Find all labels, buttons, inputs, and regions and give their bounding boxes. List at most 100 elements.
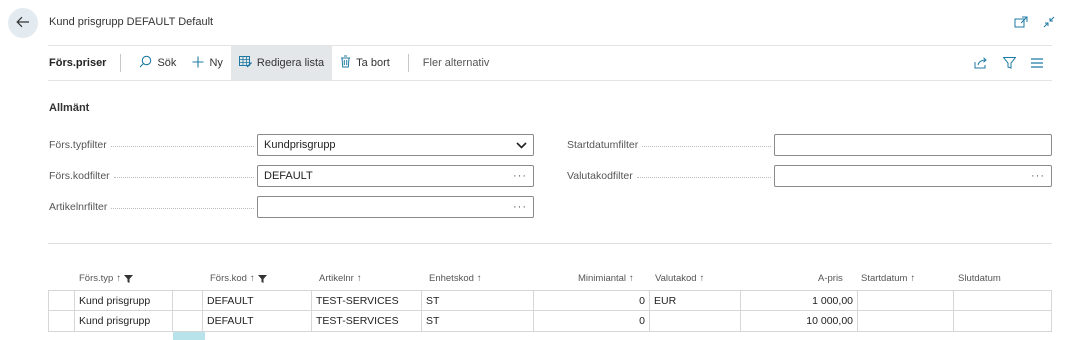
new-button[interactable]: Ny [184, 46, 230, 80]
item-no-filter-input[interactable]: ··· [257, 196, 534, 218]
filter-icon[interactable] [1002, 56, 1016, 70]
search-label: Sök [157, 57, 177, 69]
cell-end-date[interactable] [954, 311, 1052, 332]
cell-sales-code[interactable]: DEFAULT [203, 311, 312, 332]
page-title: Kund prisgrupp DEFAULT Default [49, 16, 214, 28]
col-header-end-date[interactable]: Slutdatum [958, 273, 1001, 284]
cell-item-no[interactable]: TEST-SERVICES [312, 311, 422, 332]
col-header-start-date-label: Startdatum [861, 273, 908, 284]
filter-icon [257, 274, 267, 283]
cell-unit-price[interactable]: 1 000,00 [741, 290, 858, 311]
sales-code-filter-input[interactable]: DEFAULT ··· [257, 165, 534, 187]
cell-start-date[interactable] [858, 311, 954, 332]
section-divider [48, 243, 1052, 244]
start-date-filter-input[interactable] [774, 134, 1052, 156]
cell-min-qty[interactable]: 0 [534, 290, 650, 311]
search-button[interactable]: Sök [131, 46, 184, 80]
col-header-sales-type-label: Förs.typ [79, 273, 114, 284]
new-label: Ny [209, 57, 223, 69]
col-header-item-no-label: Artikelnr [319, 273, 354, 284]
col-header-unit-code-label: Enhetskod [429, 273, 474, 284]
sales-type-filter-label: Förs.typfilter [49, 134, 254, 156]
start-date-filter-label-text: Startdatumfilter [567, 139, 639, 151]
more-options-button[interactable]: Fler alternativ [409, 57, 490, 69]
col-header-sales-code-label: Förs.kod [210, 273, 247, 284]
new-row[interactable] [48, 332, 1052, 340]
sort-asc-icon: ↑ [699, 273, 705, 284]
delete-button[interactable]: Ta bort [332, 46, 398, 80]
currency-code-filter-input[interactable]: ··· [774, 165, 1052, 187]
sales-code-filter-label-text: Förs.kodfilter [49, 170, 110, 182]
collapse-icon[interactable] [1042, 15, 1056, 29]
plus-icon [192, 56, 204, 71]
cell-start-date[interactable] [858, 290, 954, 311]
window-controls [1014, 15, 1056, 29]
sales-type-filter-label-text: Förs.typfilter [49, 139, 107, 151]
filter-icon [124, 274, 134, 283]
chevron-down-icon [516, 141, 527, 149]
col-header-sales-code[interactable]: Förs.kod ↑ [210, 273, 267, 284]
trash-icon [340, 55, 351, 71]
sales-code-filter-label: Förs.kodfilter [49, 165, 254, 187]
item-no-filter-label-text: Artikelnrfilter [49, 201, 108, 213]
currency-code-filter-label-text: Valutakodfilter [567, 170, 633, 182]
col-header-item-no[interactable]: Artikelnr ↑ [319, 273, 362, 284]
action-bar: Förs.priser Sök Ny Redigera lista Ta bor… [48, 45, 1052, 81]
cell-unit-price[interactable]: 10 000,00 [741, 311, 858, 332]
cell-currency[interactable] [650, 311, 741, 332]
sales-code-filter-value: DEFAULT [264, 170, 313, 182]
col-header-sales-type[interactable]: Förs.typ ↑ [79, 273, 134, 284]
lookup-ellipsis-icon[interactable]: ··· [513, 201, 527, 213]
col-header-unit-code[interactable]: Enhetskod ↑ [429, 273, 482, 284]
section-title-general: Allmänt [49, 102, 90, 114]
arrow-left-icon [16, 16, 30, 31]
item-no-filter-label: Artikelnrfilter [49, 196, 254, 218]
search-icon [139, 55, 152, 71]
cell-unit-code[interactable]: ST [422, 290, 534, 311]
list-view-icon[interactable] [1030, 56, 1044, 70]
table-row[interactable]: Kund prisgrupp DEFAULT TEST-SERVICES ST … [48, 311, 1052, 332]
lookup-ellipsis-icon[interactable]: ··· [513, 170, 527, 182]
separator [120, 54, 122, 72]
share-icon[interactable] [974, 56, 988, 70]
sort-asc-icon: ↑ [476, 273, 482, 284]
row-selector[interactable] [48, 290, 75, 311]
sales-type-filter-select[interactable]: Kundprisgrupp [257, 134, 534, 156]
col-header-end-date-label: Slutdatum [958, 273, 1001, 284]
grid-header: Förs.typ ↑ Förs.kod ↑ Artikelnr ↑ Enhets… [48, 270, 1052, 288]
cell-unit-code[interactable]: ST [422, 311, 534, 332]
col-header-currency[interactable]: Valutakod ↑ [655, 273, 704, 284]
open-new-window-icon[interactable] [1014, 15, 1028, 29]
cell-sales-type[interactable]: Kund prisgrupp [75, 290, 173, 311]
edit-grid-icon [238, 55, 252, 71]
currency-code-filter-label: Valutakodfilter [567, 165, 771, 187]
col-header-min-qty-label: Minimiantal [578, 273, 627, 284]
cell-sales-type[interactable]: Kund prisgrupp [75, 311, 173, 332]
table-row[interactable]: Kund prisgrupp DEFAULT TEST-SERVICES ST … [48, 290, 1052, 311]
sales-type-filter-value: Kundprisgrupp [264, 139, 336, 151]
col-header-currency-label: Valutakod [655, 273, 697, 284]
start-date-filter-label: Startdatumfilter [567, 134, 771, 156]
cell-currency[interactable]: EUR [650, 290, 741, 311]
col-header-unit-price[interactable]: A-pris [818, 273, 843, 284]
lookup-ellipsis-icon[interactable]: ··· [1031, 170, 1045, 182]
cell-end-date[interactable] [954, 290, 1052, 311]
back-button[interactable] [8, 8, 38, 38]
price-grid: Kund prisgrupp DEFAULT TEST-SERVICES ST … [48, 290, 1052, 340]
row-selector[interactable] [48, 311, 75, 332]
delete-label: Ta bort [356, 57, 390, 69]
edit-list-label: Redigera lista [256, 57, 325, 69]
cell-item-no[interactable]: TEST-SERVICES [312, 290, 422, 311]
selected-cell-highlight [173, 332, 205, 340]
edit-list-button[interactable]: Redigera lista [230, 46, 333, 80]
col-header-min-qty[interactable]: Minimiantal ↑ [578, 273, 634, 284]
sort-asc-icon: ↑ [116, 273, 122, 284]
cell-min-qty[interactable]: 0 [534, 311, 650, 332]
col-header-unit-price-label: A-pris [818, 273, 843, 284]
action-bar-right [974, 56, 1052, 70]
tab-title[interactable]: Förs.priser [48, 57, 106, 69]
sort-asc-icon: ↑ [629, 273, 634, 284]
cell-sales-code[interactable]: DEFAULT [203, 290, 312, 311]
col-header-start-date[interactable]: Startdatum ↑ [861, 273, 915, 284]
sort-asc-icon: ↑ [356, 273, 362, 284]
